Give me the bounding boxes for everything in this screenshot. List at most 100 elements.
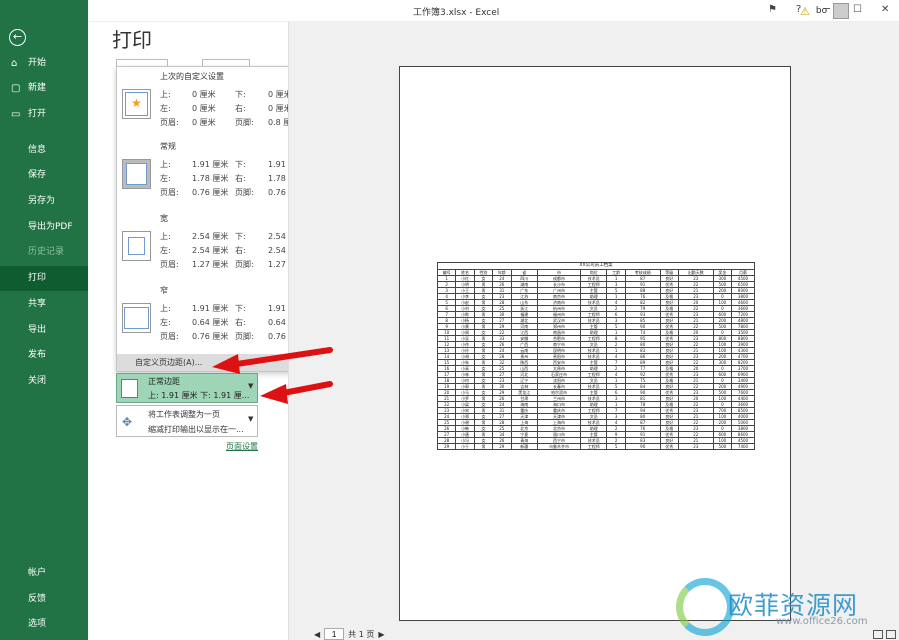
title-bar: 工作簿3.xlsx - Excel ⚠ bo ⚑ ? ─ ☐ ✕ [88, 0, 899, 22]
sidebar-item-label: 反馈 [28, 594, 47, 604]
margin-value: 0.76 厘米 [192, 332, 229, 341]
sidebar-item-label: 历史记录 [28, 247, 65, 257]
printer-field-stub [202, 59, 250, 66]
table-cell: 29 [492, 443, 512, 450]
margin-value: 左: [160, 246, 171, 255]
margin-option[interactable]: 上次的自定义设置 ★ 上: 0 厘米 下: 0 厘米 左: 0 厘米 右: 0 厘米 页眉: 0 厘米… [117, 71, 308, 141]
sidebar-item-label: 另存为 [28, 196, 56, 206]
prev-page-icon[interactable]: ◀ [314, 630, 320, 639]
table-cell: 乌鲁木齐市 [537, 443, 581, 450]
table-cell: 5 [606, 443, 626, 450]
margin-value: 0.64 厘米 [192, 318, 229, 327]
margins-dropdown: 上次的自定义设置 ★ 上: 0 厘米 下: 0 厘米 左: 0 厘米 右: 0 厘米 页眉: 0 厘米… [116, 66, 309, 372]
page-setup-link[interactable]: 页面设置 [226, 441, 258, 452]
table-row: 29 小于男 29 新疆 乌鲁木齐市 工程师 5 90 优秀 23 500 7400 [436, 443, 755, 450]
scaling-selector[interactable]: ✥ 将工作表调整为一页 缩减打印输出以显示在一... ▼ [116, 405, 258, 437]
sidebar-item[interactable]: ▢ 新建 [0, 76, 88, 101]
sidebar-item[interactable]: 导出 [0, 318, 88, 343]
margin-value: 1.78 厘米 [192, 174, 229, 183]
margin-option-name: 上次的自定义设置 [160, 72, 224, 81]
table-cell: 90 [624, 443, 661, 450]
margin-value: 2.54 厘米 [192, 232, 229, 241]
margin-value: 页眉: [160, 260, 179, 269]
margin-value: 2.54 厘米 [192, 246, 229, 255]
margin-preview-icon [122, 231, 151, 261]
next-page-icon[interactable]: ▶ [378, 630, 384, 639]
page-title: 打印 [112, 28, 152, 52]
margin-option[interactable]: 常规 上: 1.91 厘米 下: 1.91 厘米 左: 1.78 厘米 右: 1.78 厘米 页眉… [117, 141, 308, 211]
scaling-detail: 缩减打印输出以显示在一... [148, 425, 244, 434]
warning-icon[interactable]: ⚠ [800, 5, 810, 18]
preview-page: XX公司员工档案 编号 姓名 性别 年龄省市岗位 工龄 考核成绩 等级 出勤天数 奖金 月薪 1小… [399, 66, 791, 621]
sidebar-item: 历史记录 [0, 240, 88, 265]
sheet-table: XX公司员工档案 编号 姓名 性别 年龄省市岗位 工龄 考核成绩 等级 出勤天数 奖金 月薪 1小… [436, 262, 755, 450]
watermark: 欧菲资源网 www.office26.com [676, 578, 899, 640]
chevron-down-icon: ▼ [248, 415, 254, 423]
margin-value: 页脚: [235, 332, 254, 341]
margin-value: 页脚: [235, 188, 254, 197]
margin-value: 下: [235, 232, 246, 241]
margin-value: 0 厘米 [192, 104, 216, 113]
margin-option-name: 窄 [160, 286, 168, 295]
sidebar-item-label: 新建 [28, 83, 47, 93]
sidebar-item[interactable]: 另存为 [0, 189, 88, 214]
feedback-icon[interactable]: ⚑ [768, 4, 777, 15]
table-cell: 工程师 [579, 443, 608, 450]
sidebar-item[interactable]: 共享 [0, 292, 88, 317]
avatar[interactable] [833, 3, 850, 19]
margin-value: 0 厘米 [192, 118, 216, 127]
restore-icon[interactable]: ☐ [853, 4, 862, 15]
sidebar-item[interactable]: ⌂ 开始 [0, 51, 88, 76]
sidebar-item[interactable]: 帐户 [0, 561, 88, 586]
watermark-logo-icon [676, 578, 734, 636]
sidebar-item-label: 打开 [28, 109, 47, 119]
table-cell: 优秀 [659, 443, 679, 450]
margin-value: 页眉: [160, 332, 179, 341]
star-icon: ★ [131, 96, 142, 110]
sidebar-item[interactable]: 反馈 [0, 587, 88, 612]
sidebar-item[interactable]: 打印 [0, 266, 88, 291]
close-icon[interactable]: ✕ [881, 4, 889, 15]
sidebar-item[interactable]: 信息 [0, 138, 88, 163]
margin-value: 上: [160, 232, 171, 241]
margin-preview-icon: ★ [122, 89, 151, 119]
sidebar-item-label: 导出 [28, 325, 47, 335]
sidebar-item-label: 开始 [28, 58, 47, 68]
sidebar-item-label: 帐户 [28, 568, 47, 578]
custom-margins-item[interactable]: 自定义页边距(A)... [117, 354, 308, 371]
margin-value: 0.76 厘米 [192, 188, 229, 197]
margin-preview-icon [122, 303, 151, 333]
margin-option[interactable]: 窄上: 1.91 厘米 下: 1.91 厘米 左: 0.64 厘米 右: 0.64 厘米 页眉:… [117, 285, 308, 355]
new-doc-icon: ▢ [11, 83, 21, 94]
minimize-icon[interactable]: ─ [824, 4, 830, 15]
margin-value: 下: [235, 304, 246, 313]
margin-option-name: 常规 [160, 142, 176, 151]
scaling-name: 将工作表调整为一页 [148, 410, 220, 419]
margin-value: 上: [160, 304, 171, 313]
margin-option[interactable]: 宽上: 2.54 厘米 下: 2.54 厘米 左: 2.54 厘米 右: 2.54 厘米 页眉:… [117, 213, 308, 283]
back-arrow-icon[interactable]: ← [9, 29, 26, 46]
sidebar-item[interactable]: 保存 [0, 163, 88, 188]
table-cell: 男 [473, 443, 494, 450]
sidebar-item[interactable]: 选项 [0, 612, 88, 637]
margin-thumb-icon [121, 379, 138, 398]
margin-inner-frame [128, 237, 145, 255]
sidebar-item-label: 发布 [28, 350, 47, 360]
margin-value: 页眉: [160, 188, 179, 197]
margin-detail: 上: 1.91 厘米 下: 1.91 厘... [148, 391, 250, 400]
margin-value: 1.91 厘米 [192, 160, 229, 169]
sidebar-item[interactable]: 导出为PDF [0, 215, 88, 240]
margin-option-name: 宽 [160, 214, 168, 223]
help-icon[interactable]: ? [796, 4, 801, 15]
table-cell: 7400 [731, 443, 755, 450]
margins-selector[interactable]: 正常边距 上: 1.91 厘米 下: 1.91 厘... ▼ [116, 373, 258, 403]
sidebar-item[interactable]: ▭ 打开 [0, 102, 88, 127]
margin-value: 页眉: [160, 118, 179, 127]
margin-value: 1.91 厘米 [192, 304, 229, 313]
sidebar-item[interactable]: 发布 [0, 343, 88, 368]
margin-inner-frame [124, 307, 149, 329]
sidebar-item-label: 保存 [28, 170, 47, 180]
sidebar-item[interactable]: 关闭 [0, 369, 88, 394]
page-number-input[interactable] [324, 628, 345, 640]
margin-value: 右: [235, 104, 246, 113]
